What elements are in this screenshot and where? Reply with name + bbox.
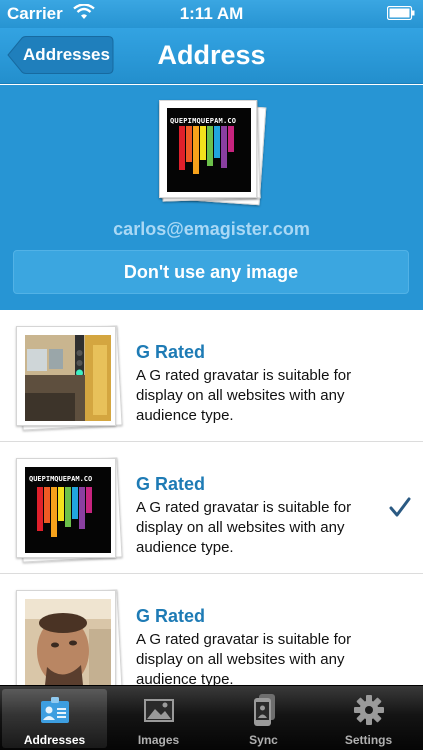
rating-description: A G rated gravatar is suitable for displ… <box>136 499 352 556</box>
photo-frame-front <box>16 326 116 426</box>
face-photo <box>25 599 111 685</box>
traffic-light-photo <box>25 335 111 421</box>
list-item[interactable]: G Rated A G rated gravatar is suitable f… <box>0 310 423 442</box>
rating-description: A G rated gravatar is suitable for displ… <box>136 631 352 685</box>
page-title: Address <box>157 40 266 70</box>
quepimquepam-logo-image: QUEPIMQUEPAM.CO <box>25 467 111 553</box>
tab-images[interactable]: Images <box>106 686 211 750</box>
email-address: carlos@emagister.com <box>113 219 310 239</box>
tab-label: Sync <box>249 733 278 747</box>
photo-frame-front: QUEPIMQUEPAM.CO <box>159 100 257 198</box>
tab-settings[interactable]: Settings <box>316 686 421 750</box>
tab-label: Images <box>137 733 180 747</box>
tab-bar: Addresses Images Sync Settings <box>0 685 423 750</box>
avatar-logo-text: QUEPIMQUEPAM.CO <box>170 117 237 125</box>
navigation-bar: Addresses Address <box>0 28 423 84</box>
photo-frame-front: QUEPIMQUEPAM.CO <box>16 458 116 558</box>
address-card-icon <box>40 697 69 723</box>
dont-use-image-button[interactable]: Don't use any image <box>13 250 409 294</box>
logo-text: QUEPIMQUEPAM.CO <box>29 475 93 483</box>
rating-title: G Rated <box>136 342 206 362</box>
tab-sync[interactable]: Sync <box>211 686 316 750</box>
phone-sync-icon <box>253 694 275 726</box>
rating-title: G Rated <box>136 474 206 494</box>
image-icon <box>143 699 174 722</box>
thumbnail <box>16 589 123 685</box>
rating-title: G Rated <box>136 606 206 626</box>
gear-icon <box>353 695 384 725</box>
gravatar-list: G Rated A G rated gravatar is suitable f… <box>0 310 423 685</box>
thumbnail <box>16 325 123 431</box>
photo-frame-front <box>16 590 116 685</box>
list-item[interactable]: QUEPIMQUEPAM.CO G Rated A G rated gravat… <box>0 442 423 574</box>
tab-label: Addresses <box>23 733 86 747</box>
tab-addresses[interactable]: Addresses <box>2 689 107 748</box>
thumbnail: QUEPIMQUEPAM.CO <box>16 457 123 563</box>
checkmark-icon <box>389 497 411 517</box>
current-avatar[interactable]: QUEPIMQUEPAM.CO <box>157 100 267 206</box>
rating-description: A G rated gravatar is suitable for displ… <box>136 367 352 424</box>
list-item[interactable]: G Rated A G rated gravatar is suitable f… <box>0 574 423 685</box>
status-bar: Carrier 1:11 AM <box>0 0 423 28</box>
clock: 1:11 AM <box>179 4 244 23</box>
address-header: QUEPIMQUEPAM.CO carlos@emagister.com Don… <box>0 85 423 310</box>
battery-icon <box>387 6 415 20</box>
tab-label: Settings <box>344 733 393 747</box>
